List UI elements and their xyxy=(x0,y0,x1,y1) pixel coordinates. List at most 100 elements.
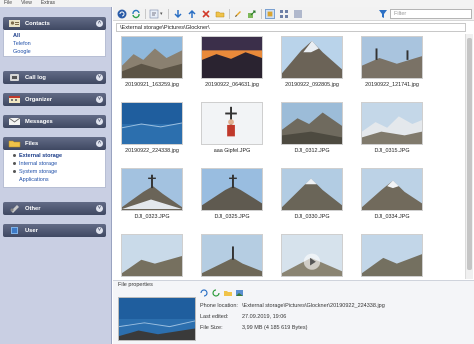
chevron-down-icon[interactable]: ˅ xyxy=(96,96,103,103)
file-tile[interactable]: 20190921_163259.jpg xyxy=(116,34,188,96)
chevron-up-icon[interactable]: ˄ xyxy=(96,20,103,27)
chevron-down-icon[interactable]: ˅ xyxy=(96,74,103,81)
image-thumbnail xyxy=(121,234,183,277)
share-icon[interactable] xyxy=(247,9,257,19)
file-name: DJI_0325.JPG xyxy=(214,214,250,220)
nav-item-label: External storage xyxy=(19,153,63,159)
file-name: DJI_0334.JPG xyxy=(374,214,410,220)
nav-item-telefon[interactable]: Telefon xyxy=(13,40,105,48)
image-edit-icon[interactable] xyxy=(236,289,244,297)
toolbar-separator xyxy=(145,9,146,19)
gallery-scrollbar[interactable] xyxy=(465,34,473,279)
phone-location-value: \External storage\Pictures\Glockner\2019… xyxy=(242,303,385,309)
other-icon xyxy=(10,205,19,213)
refresh-icon[interactable] xyxy=(200,289,208,297)
file-tile[interactable]: DJI_0330.JPG xyxy=(276,166,348,228)
file-properties-panel: File properties Phone location: \Externa… xyxy=(113,280,474,344)
nav-item-internal-storage[interactable]: Internal storage xyxy=(13,160,105,168)
large-thumbnails-icon[interactable] xyxy=(265,9,275,19)
nav-item-applications[interactable]: Applications xyxy=(13,176,105,184)
dropdown-arrow-icon[interactable]: ▾ xyxy=(160,11,163,17)
image-thumbnail xyxy=(281,102,343,145)
image-thumbnail xyxy=(361,168,423,211)
menu-bar: File View Extras xyxy=(0,0,474,7)
file-tile[interactable] xyxy=(276,232,348,279)
phone-location-row: Phone location: \External storage\Pictur… xyxy=(200,303,385,309)
image-thumbnail xyxy=(361,102,423,145)
file-tile[interactable] xyxy=(196,232,268,279)
nav-group-label: Files xyxy=(25,140,39,147)
file-tile[interactable]: DJI_0312.JPG xyxy=(276,100,348,162)
chevron-down-icon[interactable]: ˅ xyxy=(96,205,103,212)
file-size-label: File Size: xyxy=(200,325,223,331)
file-tile[interactable]: aaa Gipfel.JPG xyxy=(196,100,268,162)
medium-thumbnails-icon[interactable] xyxy=(279,9,289,19)
nav-group-other[interactable]: Other ˅ xyxy=(3,202,106,215)
chevron-up-icon[interactable]: ˄ xyxy=(96,140,103,147)
file-name: DJI_0330.JPG xyxy=(294,214,330,220)
file-name: DJI_0312.JPG xyxy=(294,148,330,154)
edit-icon[interactable] xyxy=(233,9,243,19)
sort-icon[interactable] xyxy=(149,9,159,19)
file-tile[interactable]: DJI_0315.JPG xyxy=(356,100,428,162)
nav-group-files[interactable]: Files ˄ xyxy=(3,137,106,150)
list-view-icon[interactable] xyxy=(293,9,303,19)
file-tile[interactable]: DJI_0325.JPG xyxy=(196,166,268,228)
refresh-icon[interactable] xyxy=(117,9,127,19)
sync-icon[interactable] xyxy=(131,9,141,19)
file-tile[interactable] xyxy=(116,232,188,279)
nav-group-label: Other xyxy=(25,205,41,212)
folder-icon[interactable] xyxy=(215,9,225,19)
phone-location-label: Phone location: xyxy=(200,303,238,309)
call-log-icon xyxy=(10,74,19,81)
nav-group-messages[interactable]: Messages ˅ xyxy=(3,115,106,128)
nav-item-label: Applications xyxy=(19,177,49,183)
nav-item-google[interactable]: Google xyxy=(13,48,105,56)
file-tile[interactable]: DJI_0334.JPG xyxy=(356,166,428,228)
nav-group-contacts[interactable]: Contacts ˄ xyxy=(3,17,106,30)
menu-view[interactable]: View xyxy=(21,0,32,7)
file-tile[interactable]: 20190922_121741.jpg xyxy=(356,34,428,96)
image-thumbnail xyxy=(361,36,423,79)
nav-group-label: Messages xyxy=(25,118,53,125)
file-tile[interactable]: DJI_0323.JPG xyxy=(116,166,188,228)
toolbar: ▾ xyxy=(113,7,474,21)
file-size-value: 3,99 MB (4 185 619 Bytes) xyxy=(242,325,308,331)
menu-file[interactable]: File xyxy=(4,0,12,7)
open-folder-icon[interactable] xyxy=(224,289,232,297)
nav-group-call-log[interactable]: Call log ˅ xyxy=(3,71,106,84)
upload-icon[interactable] xyxy=(187,9,197,19)
bullet-icon xyxy=(13,170,16,174)
rotate-icon[interactable] xyxy=(212,289,220,297)
image-thumbnail xyxy=(281,168,343,211)
file-name: 20190922_121741.jpg xyxy=(365,82,419,88)
nav-group-label: User xyxy=(25,227,38,234)
nav-item-external-storage[interactable]: External storage xyxy=(13,152,105,160)
file-tile[interactable]: 20190922_064631.jpg xyxy=(196,34,268,96)
image-thumbnail xyxy=(201,234,263,277)
file-tile[interactable]: 20190922_092805.jpg xyxy=(276,34,348,96)
chevron-down-icon[interactable]: ˅ xyxy=(96,227,103,234)
nav-item-all[interactable]: All xyxy=(13,32,105,40)
file-name: 20190922_092805.jpg xyxy=(285,82,339,88)
image-thumbnail xyxy=(281,36,343,79)
menu-extras[interactable]: Extras xyxy=(41,0,55,7)
nav-group-user[interactable]: User ˅ xyxy=(3,224,106,237)
download-icon[interactable] xyxy=(173,9,183,19)
nav-item-system-storage[interactable]: System storage xyxy=(13,168,105,176)
filter-input[interactable] xyxy=(390,9,472,19)
delete-icon[interactable] xyxy=(201,9,211,19)
image-thumbnail xyxy=(281,234,343,277)
image-thumbnail xyxy=(121,102,183,145)
filter-icon[interactable] xyxy=(378,9,388,19)
nav-group-organizer[interactable]: Organizer ˅ xyxy=(3,93,106,106)
organizer-icon xyxy=(9,96,20,103)
file-name: aaa Gipfel.JPG xyxy=(213,148,251,154)
file-size-row: File Size: 3,99 MB (4 185 619 Bytes) xyxy=(200,325,307,331)
chevron-down-icon[interactable]: ˅ xyxy=(96,118,103,125)
scrollbar-thumb[interactable] xyxy=(467,38,472,270)
file-tile[interactable] xyxy=(356,232,428,279)
panel-title: File properties xyxy=(118,282,153,288)
image-thumbnail xyxy=(121,36,183,79)
file-tile[interactable]: 20190922_224338.jpg xyxy=(116,100,188,162)
